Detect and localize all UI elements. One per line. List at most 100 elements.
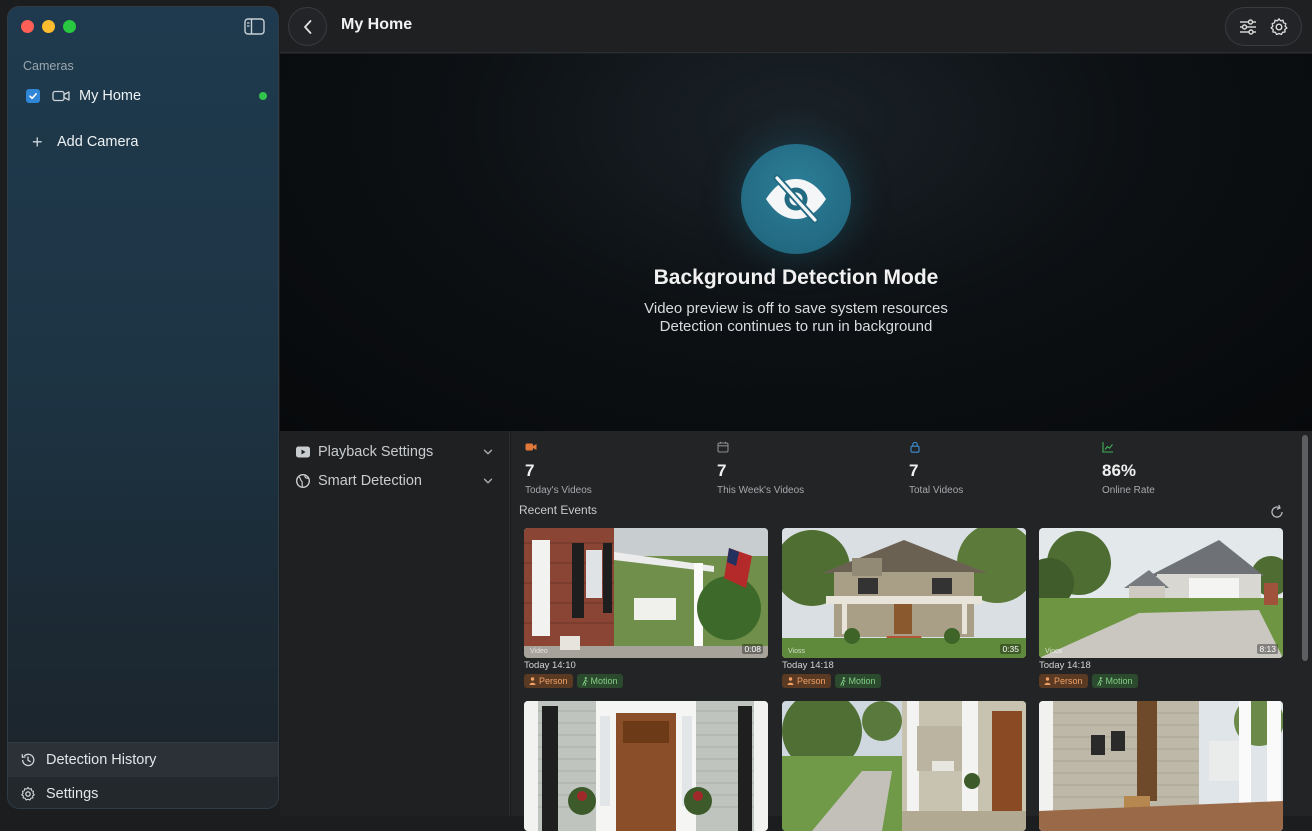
event-card[interactable]: Vioos 8:13 Today 14:18 Person Motion	[1039, 528, 1283, 688]
event-time: Today 14:18	[782, 660, 834, 671]
chevron-down-icon	[483, 449, 493, 455]
stat-total-videos: 7 Total Videos	[909, 441, 1099, 496]
tag-label: Person	[1054, 676, 1083, 686]
tag-person: Person	[782, 674, 831, 688]
tag-person: Person	[1039, 674, 1088, 688]
stat-caption: Today's Videos	[525, 485, 592, 496]
running-icon	[839, 676, 846, 686]
zoom-window-button[interactable]	[63, 20, 76, 33]
running-icon	[1096, 676, 1103, 686]
scrollbar-thumb[interactable]	[1302, 435, 1308, 661]
plus-icon: +	[32, 132, 43, 152]
tag-motion: Motion	[834, 674, 881, 688]
event-card[interactable]: Vioss 0:35 Today 14:18 Person Motion	[782, 528, 1026, 688]
minimize-window-button[interactable]	[42, 20, 55, 33]
person-icon	[787, 677, 794, 685]
stat-value: 86%	[1102, 461, 1137, 480]
nav-detection-history[interactable]: Detection History	[8, 743, 278, 777]
back-button[interactable]	[288, 7, 327, 46]
lock-icon	[910, 441, 920, 453]
event-card[interactable]	[1039, 701, 1283, 831]
video-duration: 0:35	[1000, 644, 1021, 654]
camera-item-my-home[interactable]: My Home	[19, 82, 269, 110]
sliders-icon[interactable]	[1238, 17, 1258, 37]
online-status-dot	[259, 92, 267, 100]
detection-mode-badge	[741, 144, 851, 254]
camera-checkbox[interactable]	[26, 89, 40, 103]
playback-settings-section[interactable]: Playback Settings	[295, 441, 494, 463]
tag-motion: Motion	[576, 674, 623, 688]
stat-caption: Online Rate	[1102, 485, 1155, 496]
tag-label: Motion	[1105, 676, 1133, 686]
video-icon	[525, 443, 537, 451]
event-thumbnail[interactable]	[524, 701, 768, 831]
chart-line-icon	[1102, 442, 1113, 453]
event-card[interactable]: Video 0:08 Today 14:10 Person Motion	[524, 528, 768, 688]
video-duration: 0:08	[742, 644, 763, 654]
clock-history-icon	[21, 753, 35, 767]
stat-caption: This Week's Videos	[717, 485, 805, 496]
stat-online-rate: 86% Online Rate	[1102, 441, 1292, 496]
add-camera-label: Add Camera	[57, 134, 139, 150]
event-thumbnail[interactable]: Vioss 0:35	[782, 528, 1026, 658]
stat-value: 7	[909, 461, 919, 480]
event-thumbnail[interactable]	[782, 701, 1026, 831]
play-rect-icon	[296, 446, 310, 458]
video-duration: 8:13	[1257, 644, 1278, 654]
event-card[interactable]	[524, 701, 768, 831]
toolbar-actions	[1225, 7, 1302, 46]
recent-events-title: Recent Events	[519, 503, 598, 517]
thumbnail-watermark: Vioos	[1045, 648, 1063, 655]
nav-label: Detection History	[46, 752, 157, 768]
thumbnail-watermark: Video	[530, 648, 548, 655]
person-icon	[1044, 677, 1051, 685]
close-window-button[interactable]	[21, 20, 34, 33]
mode-description-line-1: Video preview is off to save system reso…	[644, 300, 948, 317]
event-thumbnail[interactable]	[1039, 701, 1283, 831]
chevron-left-icon	[303, 19, 311, 34]
event-tags: Person Motion	[524, 674, 768, 688]
sidebar-toggle-icon[interactable]	[244, 18, 265, 35]
smart-detection-section[interactable]: Smart Detection	[295, 470, 494, 492]
camera-name: My Home	[79, 88, 142, 104]
nav-label: Settings	[46, 786, 99, 802]
sidebar-bottom-nav: Detection History Settings	[8, 742, 278, 808]
tag-label: Motion	[590, 676, 618, 686]
add-camera-button[interactable]: + Add Camera	[32, 131, 138, 153]
video-camera-icon	[52, 90, 70, 102]
event-thumbnail[interactable]: Vioos 8:13	[1039, 528, 1283, 658]
thumbnail-watermark: Vioss	[788, 648, 805, 655]
stat-value: 7	[525, 461, 535, 480]
section-label: Smart Detection	[318, 473, 422, 489]
stat-todays-videos: 7 Today's Videos	[525, 441, 715, 496]
stat-caption: Total Videos	[909, 485, 964, 496]
mode-description-line-2: Detection continues to run in background	[659, 318, 933, 335]
sidebar: Cameras My Home + Add Camera Detection H…	[7, 6, 279, 809]
refresh-icon[interactable]	[1269, 504, 1285, 520]
event-time: Today 14:10	[524, 660, 576, 671]
gear-icon[interactable]	[1269, 17, 1289, 37]
event-thumbnail[interactable]: Video 0:08	[524, 528, 768, 658]
video-preview-area: Background Detection Mode Video preview …	[280, 54, 1312, 431]
tag-label: Person	[797, 676, 826, 686]
calendar-icon	[717, 441, 729, 453]
tag-motion: Motion	[1091, 674, 1138, 688]
mode-title: Background Detection Mode	[653, 266, 939, 289]
section-label: Playback Settings	[318, 444, 434, 460]
window-controls	[21, 20, 76, 33]
eye-slash-icon	[766, 174, 826, 224]
tag-label: Motion	[848, 676, 876, 686]
toolbar: My Home	[280, 0, 1312, 53]
stat-value: 7	[717, 461, 727, 480]
event-card[interactable]	[782, 701, 1026, 831]
checkmark-icon	[29, 93, 37, 100]
person-icon	[529, 677, 536, 685]
event-time: Today 14:18	[1039, 660, 1091, 671]
tag-person: Person	[524, 674, 573, 688]
settings-panel: Playback Settings Smart Detection	[280, 431, 510, 816]
event-tags: Person Motion	[1039, 674, 1283, 688]
cameras-section-label: Cameras	[23, 59, 74, 73]
events-panel: 7 Today's Videos 7 This Week's Videos 7 …	[511, 431, 1312, 831]
nav-settings[interactable]: Settings	[8, 777, 278, 808]
event-tags: Person Motion	[782, 674, 1026, 688]
